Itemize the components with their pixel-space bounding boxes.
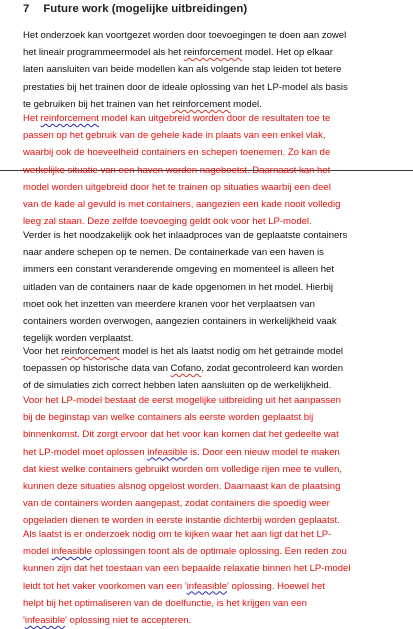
text-run: moet ook het inzetten van meerdere krane… bbox=[23, 298, 315, 310]
text-line: dat kiest welke containers gebruikt word… bbox=[23, 461, 395, 478]
text-run: uitladen van de containers naar de kade … bbox=[23, 281, 333, 293]
text-run: oplossingen toont als de optimale oploss… bbox=[92, 546, 347, 558]
text-run: model bbox=[23, 546, 52, 558]
section-title: Future work (mogelijke uitbreidingen) bbox=[43, 3, 248, 15]
document-page: 7 Future work (mogelijke uitbreidingen) H… bbox=[0, 0, 413, 626]
text-run: leidt tot het vaker voorkomen van een ' bbox=[23, 580, 187, 592]
text-line: Voor het reinforcement model is het als … bbox=[23, 343, 395, 360]
text-line: immers een constant veranderende omgevin… bbox=[23, 261, 395, 278]
text-line: prestaties bij het trainen door de ideal… bbox=[23, 79, 395, 96]
text-run: Voor het bbox=[23, 346, 62, 357]
text-line: van de kade al gevuld is met containers,… bbox=[23, 196, 395, 213]
text-line: van de containers worden aangepast, zoda… bbox=[23, 495, 395, 512]
text-line: containers worden overwogen, aangezien c… bbox=[23, 313, 395, 330]
section-heading: 7 Future work (mogelijke uitbreidingen) bbox=[23, 3, 247, 15]
text-line: moet ook het inzetten van meerdere krane… bbox=[23, 296, 395, 313]
text-run: immers een constant veranderende omgevin… bbox=[23, 264, 334, 276]
paragraph: Als laatst is er onderzoek nodig om te k… bbox=[23, 526, 395, 629]
text-run: binnenkomst. Dit zorgt ervoor dat het vo… bbox=[23, 429, 339, 441]
text-line: werkelijke situatie van een haven worden… bbox=[23, 162, 395, 179]
paragraph: Het reinforcement model kan uitgebreid w… bbox=[23, 110, 395, 230]
text-run: model is het als laatst nodig om het get… bbox=[119, 346, 344, 357]
text-run: passen op het gebruik van de gehele kade… bbox=[23, 130, 326, 142]
text-run: toepassen op historische data van bbox=[23, 363, 171, 375]
paragraph: Verder is het noodzakelijk ook het inlaa… bbox=[23, 227, 395, 347]
text-line: model worden uitgebreid door het te trai… bbox=[23, 179, 395, 196]
text-run: het LP-model moet oplossen bbox=[23, 446, 148, 458]
spellcheck-flagged-word: reinforcement bbox=[172, 98, 231, 110]
text-line: Het onderzoek kan voortgezet worden door… bbox=[23, 27, 395, 44]
paragraph: Voor het reinforcement model is het als … bbox=[23, 343, 395, 395]
spellcheck-flagged-word: Cofano bbox=[170, 363, 202, 375]
text-line: Voor het LP-model bestaat de eerst mogel… bbox=[23, 392, 395, 409]
paragraph: Voor het LP-model bestaat de eerst mogel… bbox=[23, 392, 395, 530]
text-line: leidt tot het vaker voorkomen van een 'i… bbox=[23, 578, 395, 595]
text-line: Als laatst is er onderzoek nodig om te k… bbox=[23, 526, 395, 543]
text-line: Verder is het noodzakelijk ook het inlaa… bbox=[23, 227, 395, 244]
text-run: te gebruiken bij het trainen van het bbox=[23, 98, 173, 110]
text-run: het lineair programmeermodel als het bbox=[23, 47, 184, 59]
text-run: waarbij ook de hoeveelheid containers en… bbox=[23, 147, 331, 159]
text-run: Verder is het noodzakelijk ook het inlaa… bbox=[23, 230, 348, 241]
text-line: uitladen van de containers naar de kade … bbox=[23, 279, 395, 296]
text-run: naar andere schepen op te nemen. De cont… bbox=[23, 247, 324, 259]
text-line: naar andere schepen op te nemen. De cont… bbox=[23, 244, 395, 261]
text-run: kunnen deze situaties alsnog opgelost wo… bbox=[23, 481, 341, 493]
spellcheck-flagged-word: reinforcement bbox=[183, 47, 243, 59]
text-run: prestaties bij het trainen door de ideal… bbox=[23, 81, 348, 93]
text-run: is. Door een nieuw model te maken bbox=[187, 446, 340, 458]
text-line: toepassen op historische data van Cofano… bbox=[23, 360, 395, 377]
spellcheck-flagged-word: infeasible bbox=[147, 446, 188, 458]
spellcheck-flagged-word: reinforcement bbox=[61, 346, 120, 357]
text-run: dat kiest welke containers gebruikt word… bbox=[23, 463, 342, 475]
text-run: model worden uitgebreid door het te trai… bbox=[23, 181, 331, 193]
text-line: waarbij ook de hoeveelheid containers en… bbox=[23, 144, 395, 161]
text-run: Het bbox=[23, 113, 41, 124]
text-run: bij de beginstap van welke containers al… bbox=[23, 412, 314, 424]
text-run: model. Het op elkaar bbox=[242, 47, 333, 59]
text-line: binnenkomst. Dit zorgt ervoor dat het vo… bbox=[23, 426, 395, 443]
section-number: 7 bbox=[23, 3, 30, 15]
text-line: Het reinforcement model kan uitgebreid w… bbox=[23, 110, 395, 127]
text-run: werkelijke situatie van een haven worden… bbox=[23, 164, 331, 176]
spellcheck-flagged-word: infeasible bbox=[51, 546, 92, 558]
text-run: Als laatst is er onderzoek nodig om te k… bbox=[23, 529, 332, 540]
text-line: passen op het gebruik van de gehele kade… bbox=[23, 127, 395, 144]
spellcheck-flagged-word: infeasible bbox=[186, 580, 228, 592]
text-line: laten aansluiten van beide modellen kan … bbox=[23, 61, 395, 78]
text-run: kunnen zijn dat het toestaan van een bep… bbox=[23, 563, 351, 575]
text-run: containers worden overwogen, aangezien c… bbox=[23, 316, 337, 328]
text-run: , zodat gecontroleerd kan worden bbox=[201, 363, 344, 375]
text-run: model kan uitgebreid worden door de resu… bbox=[98, 113, 331, 124]
text-run: helpt bij het optimaliseren van de doelf… bbox=[23, 597, 307, 609]
text-line: model infeasible oplossingen toont als d… bbox=[23, 543, 395, 560]
text-run: Het onderzoek kan voortgezet worden door… bbox=[23, 30, 347, 41]
text-line: kunnen deze situaties alsnog opgelost wo… bbox=[23, 478, 395, 495]
text-line: kunnen zijn dat het toestaan van een bep… bbox=[23, 560, 395, 577]
text-run: laten aansluiten van beide modellen kan … bbox=[23, 64, 342, 76]
text-run: ' oplossing niet te accepteren. bbox=[65, 615, 192, 627]
text-run: Voor het LP-model bestaat de eerst mogel… bbox=[23, 395, 341, 406]
text-run: van de kade al gevuld is met containers,… bbox=[23, 199, 341, 211]
text-line: bij de beginstap van welke containers al… bbox=[23, 409, 395, 426]
paragraph: Het onderzoek kan voortgezet worden door… bbox=[23, 27, 395, 113]
text-run: model. bbox=[230, 98, 262, 110]
text-run: leeg zal staan. Deze zelfde toevoeging g… bbox=[23, 216, 312, 228]
text-run: van de containers worden aangepast, zoda… bbox=[23, 498, 330, 510]
text-run: opgeladen dienen te worden in eerste ins… bbox=[23, 515, 340, 527]
spellcheck-flagged-word: reinforcement bbox=[40, 113, 99, 124]
spellcheck-flagged-word: infeasible bbox=[24, 615, 66, 627]
text-line: het LP-model moet oplossen infeasible is… bbox=[23, 444, 395, 461]
text-run: ' oplossing. Hoewel het bbox=[227, 580, 325, 592]
text-run: of de simulaties zich correct hebben lat… bbox=[23, 380, 332, 392]
text-line: helpt bij het optimaliseren van de doelf… bbox=[23, 595, 395, 612]
text-line: het lineair programmeermodel als het rei… bbox=[23, 44, 395, 61]
